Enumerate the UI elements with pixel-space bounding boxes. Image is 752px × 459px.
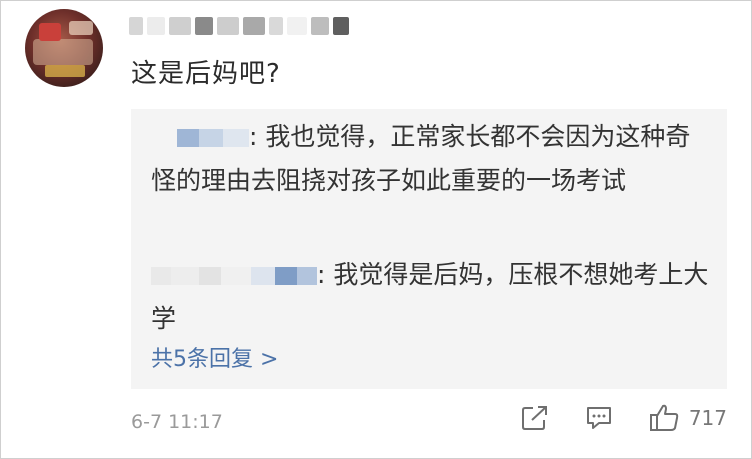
reply-username-redacted[interactable] [151, 129, 249, 147]
comment-text: 这是后妈吧? [131, 59, 281, 89]
reply-username-redacted[interactable] [151, 267, 317, 285]
more-replies-link[interactable]: 共5条回复 > [151, 341, 278, 373]
reply-item[interactable]: : 我觉得是后妈，压根不想她考上大学 [151, 253, 711, 341]
thumbs-up-icon [649, 404, 679, 431]
timestamp: 6-7 11:17 [131, 411, 223, 433]
comment-icon [586, 407, 611, 429]
share-button[interactable] [521, 405, 549, 431]
reply-button[interactable] [585, 405, 613, 431]
replies-box[interactable]: : 我也觉得，正常家长都不会因为这种奇怪的理由去阻挠对孩子如此重要的一场考试 :… [131, 109, 727, 389]
like-count: 717 [688, 406, 727, 430]
comment-actions: 717 [521, 403, 727, 433]
reply-item[interactable]: : 我也觉得，正常家长都不会因为这种奇怪的理由去阻挠对孩子如此重要的一场考试 [151, 115, 711, 203]
like-button[interactable]: 717 [649, 403, 727, 433]
comment-card: 这是后妈吧? : 我也觉得，正常家长都不会因为这种奇怪的理由去阻挠对孩子如此重要… [0, 0, 752, 459]
username-redacted[interactable] [129, 13, 369, 39]
share-icon [521, 406, 547, 430]
avatar[interactable] [25, 9, 103, 87]
